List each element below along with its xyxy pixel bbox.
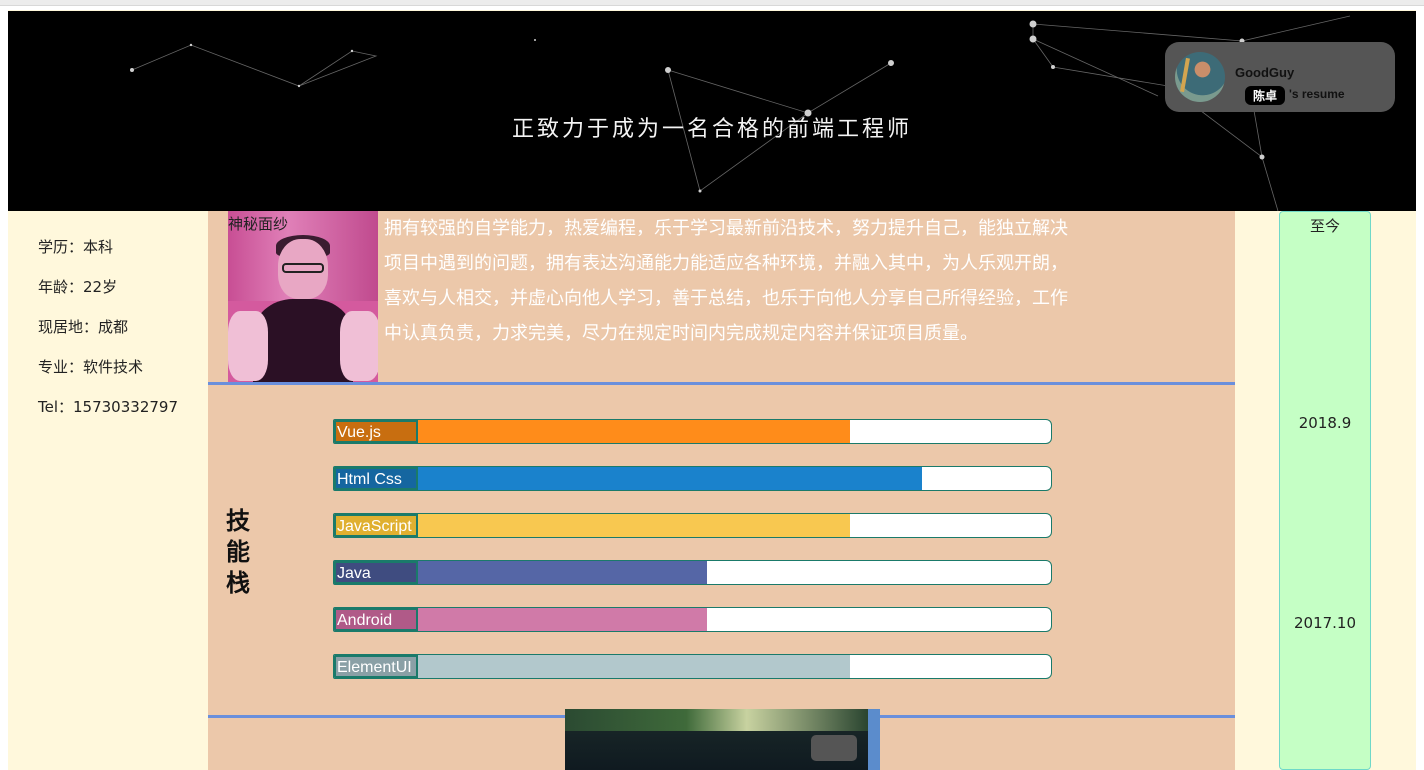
user-card[interactable]: GoodGuy 陈卓 's resume — [1165, 42, 1395, 112]
browser-top-strip — [0, 0, 1424, 6]
skill-bar: Android — [333, 607, 1052, 632]
personal-info-list: 学历：本科 年龄：22岁 现居地：成都 专业：软件技术 Tel：15730332… — [38, 236, 203, 436]
skill-label: ElementUI — [334, 655, 418, 678]
skill-label: Android — [334, 608, 418, 631]
skill-bar: Html Css — [333, 466, 1052, 491]
skill-label: Vue.js — [334, 420, 418, 443]
info-education: 学历：本科 — [38, 238, 114, 256]
profile-photo — [228, 211, 378, 383]
info-phone: Tel：15730332797 — [38, 398, 178, 416]
user-name: GoodGuy — [1235, 65, 1295, 80]
self-introduction: 拥有较强的自学能力，热爱编程，乐于学习最新前沿技术，努力提升自己，能独立解决项目… — [384, 218, 1068, 344]
timeline-column: 至今 2018.9 2017.10 — [1279, 211, 1371, 770]
header-banner: 正致力于成为一名合格的前端工程师 GoodGuy 陈卓 's resume — [8, 11, 1416, 211]
user-tag-badge: 陈卓 — [1245, 86, 1286, 105]
timeline-date: 2017.10 — [1293, 614, 1357, 632]
banner-title: 正致力于成为一名合格的前端工程师 — [511, 117, 912, 142]
timeline-date: 2018.9 — [1298, 414, 1352, 432]
skills-title: 技能栈 — [226, 507, 250, 597]
main-content: 神秘面纱 拥有较强的自学能力，热爱编程，乐于学习最新前沿技术，努力提升自己，能独… — [208, 211, 1235, 770]
skill-label: JavaScript — [334, 514, 418, 537]
skill-bar: JavaScript — [333, 513, 1052, 538]
avatar[interactable] — [1175, 52, 1225, 102]
resume-suffix: 's resume — [1289, 87, 1345, 101]
info-age: 年龄：22岁 — [38, 278, 118, 296]
skill-bar: ElementUI — [333, 654, 1052, 679]
info-major: 专业：软件技术 — [38, 358, 144, 376]
section-divider — [208, 382, 1235, 385]
photo-caption: 神秘面纱 — [228, 215, 289, 233]
info-location: 现居地：成都 — [38, 318, 129, 336]
skill-bar: Java — [333, 560, 1052, 585]
skill-label: Html Css — [334, 467, 418, 490]
skill-bar: Vue.js — [333, 419, 1052, 444]
skill-bar-fill — [334, 467, 922, 490]
timeline-date: 至今 — [1309, 217, 1340, 235]
project-preview-image[interactable] — [565, 709, 880, 770]
skill-label: Java — [334, 561, 418, 584]
